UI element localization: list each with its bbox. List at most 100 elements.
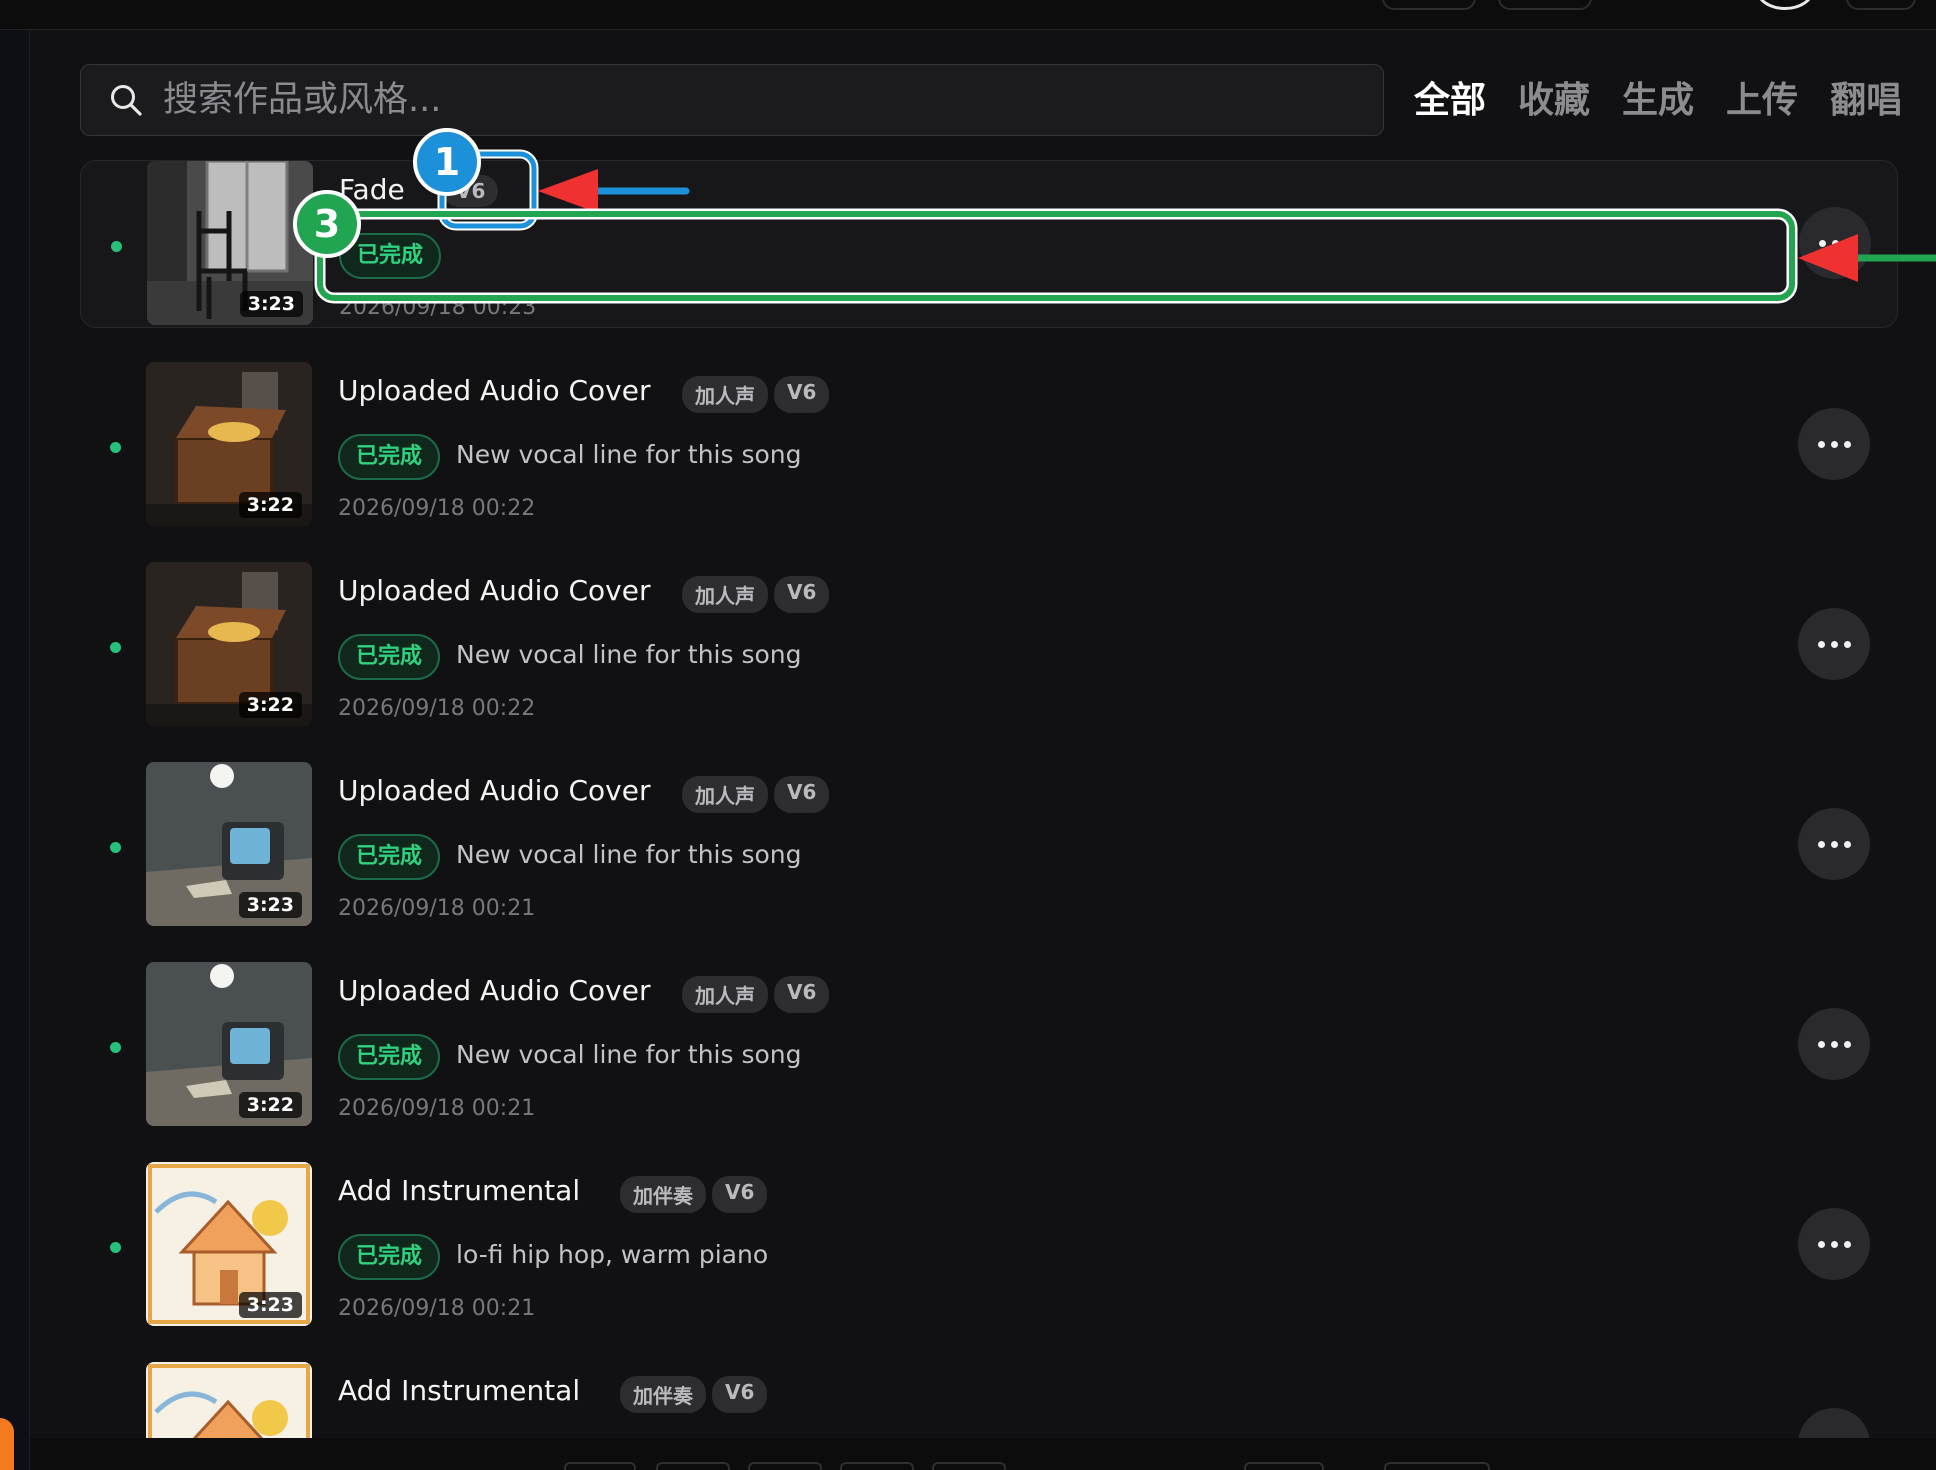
bottom-control[interactable] [656, 1462, 730, 1470]
song-title[interactable]: Uploaded Audio Cover [338, 374, 650, 407]
dot-icon [1830, 1240, 1838, 1248]
song-cover-thumbnail[interactable]: 3:22 [146, 562, 312, 726]
song-cover-thumbnail[interactable] [146, 1362, 312, 1438]
song-tag: V6 [712, 1176, 768, 1213]
song-row[interactable]: 3:22 Uploaded Audio Cover 加人声 V6 已完成 New voca… [80, 562, 1898, 730]
song-title[interactable]: Uploaded Audio Cover [338, 974, 650, 1007]
duration-badge: 3:23 [238, 1292, 302, 1318]
song-tag: 加人声 [682, 776, 768, 813]
song-row[interactable]: Add Instrumental 加伴奏 V6 [80, 1362, 1898, 1438]
status-badge: 已完成 [338, 1034, 441, 1080]
tab-all[interactable]: 全部 [1414, 74, 1486, 128]
dot-icon [1831, 239, 1839, 247]
song-date: 2026/09/18 00:23 [339, 295, 537, 320]
song-cover-thumbnail[interactable]: 3:22 [146, 962, 312, 1126]
song-date: 2026/09/18 00:21 [338, 1096, 536, 1121]
new-indicator-dot [110, 642, 121, 653]
song-row[interactable]: 3:22 Uploaded Audio Cover 加人声 V6 已完成 New voca… [80, 962, 1898, 1130]
song-date: 2026/09/18 00:22 [338, 696, 536, 721]
duration-badge: 3:23 [239, 291, 303, 317]
dot-icon [1830, 440, 1838, 448]
dot-icon [1843, 1240, 1851, 1248]
dot-icon [1817, 840, 1825, 848]
song-cover-thumbnail[interactable]: 3:23 [147, 161, 313, 325]
dot-icon [1843, 840, 1851, 848]
song-description: New vocal line for this song [456, 1040, 802, 1069]
song-tag: V6 [774, 376, 830, 413]
new-indicator-dot [110, 442, 121, 453]
more-options-button[interactable] [1799, 207, 1871, 279]
search-input[interactable] [163, 80, 1383, 120]
song-row[interactable]: 3:23 Add Instrumental 加伴奏 V6 已完成 lo-fi hip ho… [80, 1162, 1898, 1330]
bottom-control[interactable] [932, 1462, 1006, 1470]
duration-badge: 3:22 [238, 492, 302, 518]
dot-icon [1844, 239, 1852, 247]
dot-icon [1830, 840, 1838, 848]
dot-icon [1817, 440, 1825, 448]
tab-generated[interactable]: 生成 [1622, 74, 1694, 128]
song-tags: 加伴奏 V6 [620, 1176, 768, 1213]
song-title[interactable]: Uploaded Audio Cover [338, 774, 650, 807]
song-date: 2026/09/18 00:21 [338, 896, 536, 921]
bottom-control[interactable] [564, 1462, 636, 1470]
duration-badge: 3:22 [238, 1092, 302, 1118]
song-list: 3:23 Fade V6 已完成 2026/09/18 00:23 3:22 Uploade… [0, 0, 1936, 1438]
more-options-button[interactable] [1798, 1208, 1870, 1280]
dot-icon [1817, 1040, 1825, 1048]
duration-badge: 3:22 [238, 692, 302, 718]
song-date: 2026/09/18 00:22 [338, 496, 536, 521]
status-badge: 已完成 [338, 434, 441, 480]
bottom-control[interactable] [748, 1462, 822, 1470]
dot-icon [1843, 440, 1851, 448]
tab-covers[interactable]: 翻唱 [1830, 74, 1902, 128]
song-tag: V6 [774, 776, 830, 813]
song-tags: 加人声 V6 [682, 976, 830, 1013]
song-cover-thumbnail[interactable]: 3:22 [146, 362, 312, 526]
dot-icon [1817, 640, 1825, 648]
dot-icon [1830, 640, 1838, 648]
song-date: 2026/09/18 00:21 [338, 1296, 536, 1321]
bottom-control[interactable] [1384, 1462, 1490, 1470]
song-cover-thumbnail[interactable]: 3:23 [146, 1162, 312, 1326]
dot-icon [1817, 1240, 1825, 1248]
annotation-badge-1: 1 [413, 128, 481, 196]
song-description: lo-fi hip hop, warm piano [456, 1240, 769, 1269]
song-tag: 加人声 [682, 576, 768, 613]
more-options-button[interactable] [1798, 408, 1870, 480]
song-title[interactable]: Uploaded Audio Cover [338, 574, 650, 607]
new-indicator-dot [110, 1242, 121, 1253]
bottom-bar [30, 1438, 1936, 1470]
song-tag: 加人声 [682, 376, 768, 413]
song-tag: V6 [774, 976, 830, 1013]
song-tag: 加伴奏 [620, 1176, 706, 1213]
filter-tabs: 全部 收藏 生成 上传 翻唱 [1414, 74, 1902, 128]
song-tag: V6 [774, 576, 830, 613]
bottom-control[interactable] [840, 1462, 914, 1470]
search-bar [80, 64, 1384, 136]
song-row[interactable]: 3:22 Uploaded Audio Cover 加人声 V6 已完成 New voca… [80, 362, 1898, 530]
new-indicator-dot [110, 1042, 121, 1053]
more-options-button[interactable] [1798, 1008, 1870, 1080]
song-title[interactable]: Add Instrumental [338, 1174, 580, 1207]
tab-favorites[interactable]: 收藏 [1518, 74, 1590, 128]
song-description: New vocal line for this song [456, 840, 802, 869]
song-tags: 加人声 V6 [682, 576, 830, 613]
song-tags: 加人声 V6 [682, 776, 830, 813]
search-icon [111, 85, 142, 116]
status-badge: 已完成 [338, 634, 441, 680]
more-options-button[interactable] [1798, 608, 1870, 680]
more-options-button[interactable] [1798, 808, 1870, 880]
more-options-button[interactable] [1798, 1408, 1870, 1438]
dot-icon [1818, 239, 1826, 247]
song-cover-thumbnail[interactable]: 3:23 [146, 762, 312, 926]
song-tag: V6 [712, 1376, 768, 1413]
tab-uploaded[interactable]: 上传 [1726, 74, 1798, 128]
duration-badge: 3:23 [238, 892, 302, 918]
song-row[interactable]: 3:23 Uploaded Audio Cover 加人声 V6 已完成 New voca… [80, 762, 1898, 930]
dot-icon [1843, 640, 1851, 648]
bottom-control[interactable] [1244, 1462, 1324, 1470]
status-badge: 已完成 [338, 1234, 441, 1280]
song-description: New vocal line for this song [456, 640, 802, 669]
song-description: New vocal line for this song [456, 440, 802, 469]
song-title[interactable]: Add Instrumental [338, 1374, 580, 1407]
